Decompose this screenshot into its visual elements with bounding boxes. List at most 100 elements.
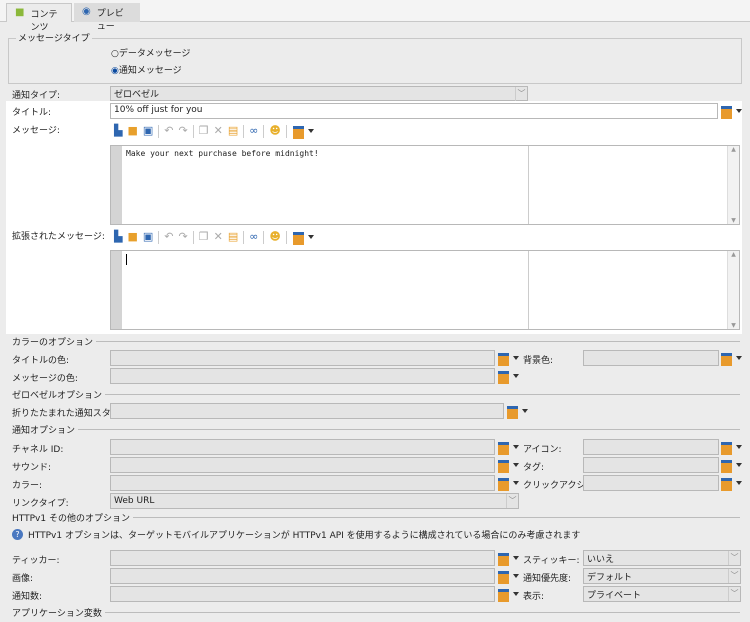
personalization-icon — [292, 231, 306, 245]
undo-icon[interactable]: ↶ — [164, 231, 173, 243]
redo-icon[interactable]: ↷ — [179, 125, 188, 137]
dropdown-arrow-icon — [736, 109, 742, 113]
scrollbar[interactable]: ▲ ▼ — [727, 146, 739, 224]
click-action-input[interactable] — [583, 475, 719, 491]
title-color-label: タイトルの色: — [12, 356, 70, 366]
copy-icon[interactable]: ❐ — [199, 231, 209, 243]
sound-insert-button[interactable] — [497, 459, 519, 473]
message-type-legend: メッセージタイプ — [16, 31, 92, 44]
scrollbar[interactable]: ▲ ▼ — [727, 251, 739, 329]
open-folder-icon[interactable]: ■ — [127, 125, 137, 137]
cut-icon[interactable]: ✕ — [214, 231, 223, 243]
collapsed-style-input[interactable] — [110, 403, 504, 419]
personalization-icon — [497, 441, 511, 455]
sound-input[interactable] — [110, 457, 495, 473]
text-cursor — [126, 254, 127, 265]
tab-preview[interactable]: ◉ プレビュー — [74, 3, 140, 32]
notification-type-label: 通知タイプ: — [12, 91, 61, 101]
count-input[interactable] — [110, 586, 495, 602]
find-icon[interactable]: ∞ — [249, 125, 258, 137]
cut-icon[interactable]: ✕ — [214, 125, 223, 137]
message-label: メッセージ: — [12, 126, 60, 136]
sticky-select[interactable]: いいえ ﹀ — [583, 550, 741, 566]
insert-personalization-button[interactable] — [292, 125, 314, 139]
zero-bezel-header: ゼロベゼルオプション — [12, 389, 740, 401]
copy-icon[interactable]: ❐ — [199, 125, 209, 137]
image-insert-button[interactable] — [497, 570, 519, 584]
notification-options-header: 通知オプション — [12, 424, 740, 436]
title-input[interactable]: 10% off just for you — [110, 103, 718, 119]
priority-select[interactable]: デフォルト ﹀ — [583, 568, 741, 584]
dropdown-arrow-icon — [307, 129, 314, 133]
click-action-insert-button[interactable] — [720, 477, 742, 491]
notification-type-select[interactable]: ゼロベゼル ﹀ — [110, 86, 528, 101]
emoji-icon[interactable]: ☻ — [269, 125, 280, 137]
message-color-input[interactable] — [110, 368, 495, 384]
save-icon[interactable]: ▣ — [143, 231, 153, 243]
message-type-group — [8, 38, 742, 84]
httpv1-header: HTTPv1 その他のオプション — [12, 512, 740, 524]
icon-input[interactable] — [583, 439, 719, 455]
color-label: カラー: — [12, 481, 43, 491]
title-color-input[interactable] — [110, 350, 495, 366]
extended-message-label: 拡張されたメッセージ: — [12, 232, 105, 242]
image-input[interactable] — [110, 568, 495, 584]
personalization-icon — [497, 588, 511, 602]
background-color-input[interactable] — [583, 350, 719, 366]
open-folder-icon[interactable]: ■ — [127, 231, 137, 243]
radio-notification-message[interactable]: ◉通知メッセージ — [111, 63, 182, 76]
personalization-icon — [497, 477, 511, 491]
redo-icon[interactable]: ↷ — [179, 231, 188, 243]
personalization-icon — [720, 105, 734, 119]
emoji-icon[interactable]: ☻ — [269, 231, 280, 243]
personalization-icon — [506, 405, 520, 419]
message-color-insert-button[interactable] — [497, 370, 519, 384]
personalization-icon — [720, 459, 734, 473]
httpv1-info: ? HTTPv1 オプションは、ターゲットモバイルアプリケーションが HTTPv1… — [12, 528, 580, 541]
count-insert-button[interactable] — [497, 588, 519, 602]
extended-message-editor[interactable]: ▲ ▼ — [110, 250, 740, 330]
tab-bar: ■ コンテンツ ◉ プレビュー — [0, 0, 750, 33]
undo-icon[interactable]: ↶ — [164, 125, 173, 137]
android-icon: ■ — [15, 7, 25, 18]
tab-content[interactable]: ■ コンテンツ — [6, 3, 72, 33]
message-editor[interactable]: Make your next purchase before midnight!… — [110, 145, 740, 225]
image-label: 画像: — [12, 574, 34, 584]
visibility-select[interactable]: プライベート ﹀ — [583, 586, 741, 602]
background-color-insert-button[interactable] — [720, 352, 742, 366]
personalization-icon — [497, 370, 511, 384]
chevron-down-icon: ﹀ — [728, 569, 740, 583]
link-type-select[interactable]: Web URL ﹀ — [110, 493, 519, 509]
color-insert-button[interactable] — [497, 477, 519, 491]
ticker-insert-button[interactable] — [497, 552, 519, 566]
ticker-input[interactable] — [110, 550, 495, 566]
eye-icon: ◉ — [82, 6, 91, 17]
find-icon[interactable]: ∞ — [249, 231, 258, 243]
channel-id-input[interactable] — [110, 439, 495, 455]
paste-icon[interactable]: ▤ — [228, 231, 238, 243]
collapsed-style-insert-button[interactable] — [506, 405, 528, 419]
color-input[interactable] — [110, 475, 495, 491]
new-icon[interactable]: ▙ — [114, 125, 122, 137]
save-icon[interactable]: ▣ — [143, 125, 153, 137]
title-insert-button[interactable] — [720, 105, 742, 119]
channel-id-label: チャネル ID: — [12, 445, 64, 455]
tag-insert-button[interactable] — [720, 459, 742, 473]
title-color-insert-button[interactable] — [497, 352, 519, 366]
icon-insert-button[interactable] — [720, 441, 742, 455]
paste-icon[interactable]: ▤ — [228, 125, 238, 137]
personalization-icon — [720, 477, 734, 491]
new-icon[interactable]: ▙ — [114, 231, 122, 243]
help-icon: ? — [12, 529, 23, 540]
app-variables-header: アプリケーション変数 — [12, 607, 740, 619]
link-type-label: リンクタイプ: — [12, 499, 69, 509]
message-toolbar: ▙ ■ ▣ ↶ ↷ ❐ ✕ ▤ ∞ ☻ — [114, 123, 314, 139]
insert-personalization-button[interactable] — [292, 231, 314, 245]
personalization-icon — [720, 441, 734, 455]
tag-input[interactable] — [583, 457, 719, 473]
channel-id-insert-button[interactable] — [497, 441, 519, 455]
personalization-icon — [497, 552, 511, 566]
radio-data-message[interactable]: ○データメッセージ — [111, 46, 190, 59]
message-text[interactable]: Make your next purchase before midnight! — [126, 149, 319, 158]
editor-gutter — [111, 251, 122, 329]
